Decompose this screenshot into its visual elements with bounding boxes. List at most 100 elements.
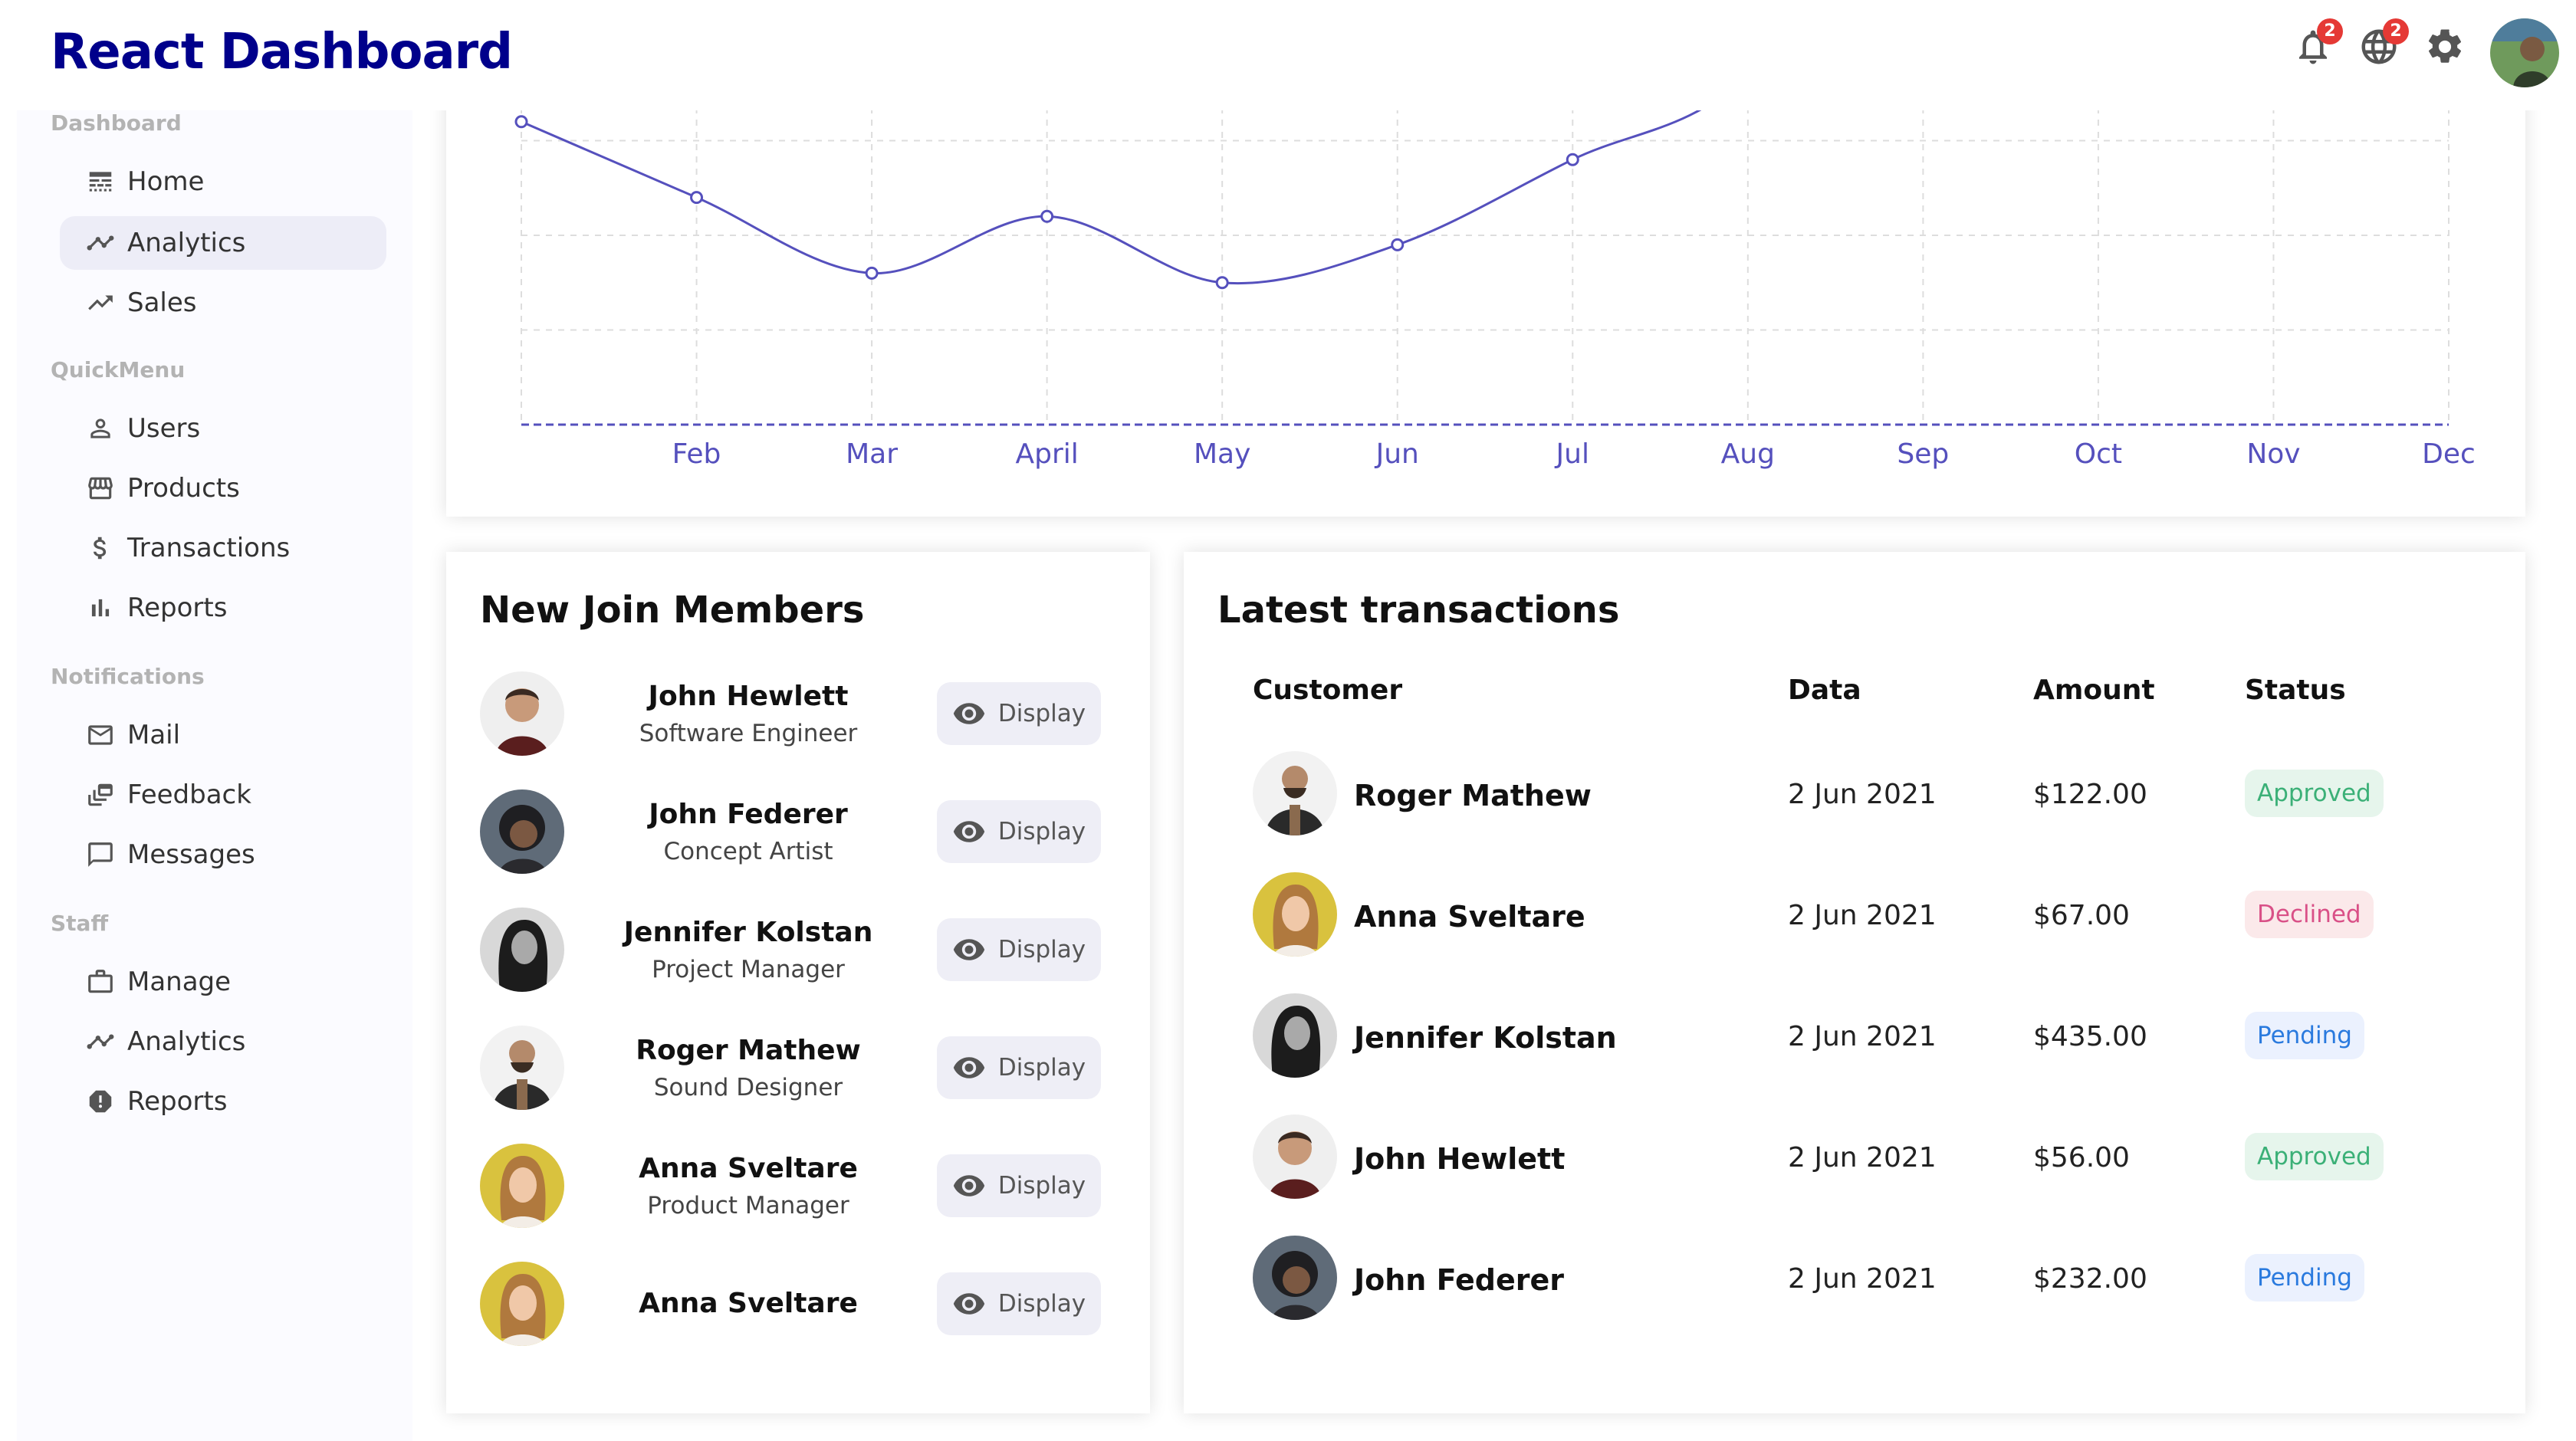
chart-tick-label: April [1015, 438, 1078, 470]
sidebar-section-title-staff: Staff [51, 911, 109, 936]
table-row[interactable]: John Hewlett 2 Jun 2021 $56.00 Approved [1253, 1114, 2495, 1200]
gear-icon [2424, 29, 2466, 71]
avatar [1253, 1236, 1337, 1320]
bell-icon [2292, 30, 2334, 71]
display-button-label: Display [997, 1290, 1086, 1318]
sidebar-item-label: Home [127, 166, 205, 197]
customer-name: Jennifer Kolstan [1354, 1021, 1617, 1055]
trending-up-icon [84, 287, 117, 319]
avatar [1253, 872, 1337, 957]
member-role: Concept Artist [663, 838, 833, 865]
sales-analytics-chart: Feb Mar April May Jun Jul Aug Sep Oct Nov Dec [446, 46, 2525, 517]
transaction-amount: $435.00 [2033, 1021, 2147, 1052]
bar-chart-icon [84, 592, 117, 624]
table-row[interactable]: John Federer 2 Jun 2021 $232.00 Pending [1253, 1236, 2495, 1321]
chart-tick-label: Jul [1555, 438, 1589, 470]
transaction-amount: $232.00 [2033, 1263, 2147, 1295]
chart-tick-label: Nov [2246, 438, 2300, 470]
sidebar-item-label: Analytics [127, 1026, 246, 1057]
sidebar-item-label: Feedback [127, 780, 251, 810]
column-header-amount: Amount [2033, 675, 2155, 706]
chart-data-point[interactable] [1040, 209, 1054, 223]
person-outline-icon [84, 412, 117, 445]
status-badge: Approved [2245, 770, 2384, 817]
table-row[interactable]: Roger Mathew 2 Jun 2021 $122.00 Approved [1253, 751, 2495, 837]
sidebar-item-messages[interactable]: Messages [60, 828, 386, 881]
table-row[interactable]: Jennifer Kolstan 2 Jun 2021 $435.00 Pend… [1253, 993, 2495, 1079]
chart-tick-label: May [1194, 438, 1250, 470]
notifications-button[interactable]: 2 [2292, 18, 2343, 72]
transaction-amount: $122.00 [2033, 779, 2147, 810]
chart-tick-label: Feb [672, 438, 721, 470]
member-role: Project Manager [652, 956, 845, 983]
mail-outline-icon [84, 719, 117, 751]
display-button[interactable]: Display [937, 918, 1101, 981]
avatar [480, 1144, 564, 1228]
settings-button[interactable] [2424, 26, 2470, 72]
avatar [480, 908, 564, 992]
timeline-icon [84, 1026, 117, 1058]
avatar [480, 671, 564, 756]
column-header-date: Data [1788, 675, 1861, 706]
app-logo[interactable]: React Dashboard [51, 15, 513, 89]
dynamic-feed-icon [84, 779, 117, 811]
chart-data-point[interactable] [1566, 153, 1579, 166]
user-avatar[interactable] [2490, 18, 2559, 87]
avatar [480, 1262, 564, 1346]
chart-tick-label: Aug [1721, 438, 1775, 470]
sidebar-item-label: Reports [127, 592, 228, 623]
chart-data-point[interactable] [865, 266, 879, 280]
display-button[interactable]: Display [937, 1036, 1101, 1099]
display-button[interactable]: Display [937, 1272, 1101, 1335]
sidebar-item-label: Sales [127, 287, 197, 318]
member-item: John Federer Concept Artist Display [480, 789, 1116, 875]
transactions-title: Latest transactions [1217, 589, 1620, 632]
member-name: John Hewlett [648, 681, 849, 712]
display-button[interactable]: Display [937, 1154, 1101, 1217]
table-row[interactable]: Anna Sveltare 2 Jun 2021 $67.00 Declined [1253, 872, 2495, 958]
sidebar-item-staff-reports[interactable]: Reports [60, 1075, 386, 1128]
sidebar-item-label: Reports [127, 1086, 228, 1117]
avatar [1253, 751, 1337, 835]
dollar-icon [84, 532, 117, 564]
avatar [1253, 993, 1337, 1078]
display-button[interactable]: Display [937, 682, 1101, 745]
sidebar-item-label: Users [127, 413, 201, 444]
report-icon [84, 1085, 117, 1118]
sidebar-item-staff-analytics[interactable]: Analytics [60, 1015, 386, 1068]
chart-data-point[interactable] [1391, 238, 1405, 251]
member-item: John Hewlett Software Engineer Display [480, 671, 1116, 757]
status-badge: Declined [2245, 891, 2374, 938]
sidebar-item-manage[interactable]: Manage [60, 955, 386, 1009]
eye-icon [953, 821, 985, 842]
sidebar-item-analytics[interactable]: Analytics [60, 216, 386, 270]
customer-name: John Federer [1354, 1263, 1564, 1297]
sidebar-item-mail[interactable]: Mail [60, 708, 386, 762]
avatar [1253, 1114, 1337, 1199]
sidebar-item-feedback[interactable]: Feedback [60, 768, 386, 822]
sidebar-item-label: Transactions [127, 533, 291, 563]
chart-data-point[interactable] [690, 191, 704, 205]
notification-badge: 2 [2317, 18, 2343, 44]
sidebar-item-home[interactable]: Home [60, 155, 386, 208]
sidebar-item-transactions[interactable]: Transactions [60, 521, 386, 575]
chart-data-point[interactable] [1215, 276, 1229, 290]
chart-tick-label: Mar [846, 438, 898, 470]
status-badge: Pending [2245, 1254, 2364, 1301]
member-name: Jennifer Kolstan [623, 917, 873, 948]
display-button[interactable]: Display [937, 800, 1101, 863]
status-badge: Approved [2245, 1133, 2384, 1180]
sidebar-item-sales[interactable]: Sales [60, 276, 386, 330]
transaction-date: 2 Jun 2021 [1788, 1263, 1937, 1295]
sidebar: Dashboard Home Analytics Sales QuickMenu… [17, 110, 412, 1441]
sidebar-item-products[interactable]: Products [60, 461, 386, 515]
customer-name: Roger Mathew [1354, 779, 1592, 812]
transaction-date: 2 Jun 2021 [1788, 779, 1937, 810]
sidebar-item-reports[interactable]: Reports [60, 581, 386, 635]
member-role: Sound Designer [653, 1074, 843, 1101]
sidebar-item-users[interactable]: Users [60, 402, 386, 455]
sidebar-item-label: Analytics [127, 228, 246, 258]
language-button[interactable]: 2 [2358, 18, 2409, 72]
chart-data-point[interactable] [514, 115, 528, 129]
chart-tick-label: Dec [2422, 438, 2476, 470]
